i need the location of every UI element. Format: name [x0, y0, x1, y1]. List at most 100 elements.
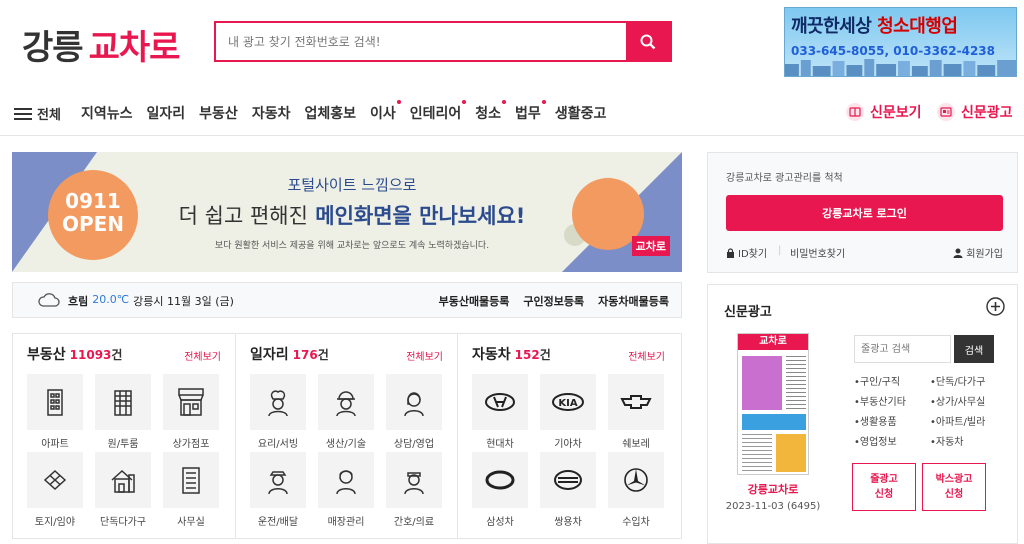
tile-chevrolet[interactable]: 쉐보레 — [608, 374, 664, 450]
logo-part1: 강릉 — [22, 28, 84, 68]
nav-item-interior[interactable]: 인테리어 — [410, 100, 467, 123]
newspaper-ad-link[interactable]: 신문광고 — [937, 102, 1013, 122]
search-box — [214, 21, 672, 62]
newspaper-view-link[interactable]: 신문보기 — [846, 102, 922, 122]
tile-consulting[interactable]: 상담/영업 — [386, 374, 442, 450]
register-realestate-link[interactable]: 부동산매물등록 — [439, 293, 510, 309]
newspaper-thumbnail[interactable]: 교차로 — [737, 333, 809, 475]
nav-all-menu[interactable]: 전체 — [14, 104, 61, 123]
tile-label: 토지/임야 — [34, 517, 76, 528]
chevrolet-logo-icon — [620, 395, 652, 409]
nav-item-label: 이사 — [369, 106, 396, 122]
register-job-link[interactable]: 구인정보등록 — [523, 293, 584, 309]
category-count: 152 — [514, 348, 540, 362]
thumb-text — [786, 356, 806, 410]
apartment-icon — [47, 389, 63, 416]
line-ad-search-input[interactable] — [854, 335, 951, 363]
search-input[interactable] — [216, 23, 628, 60]
tile-kia[interactable]: KIA 기아차 — [540, 374, 596, 450]
nav-item-jobs[interactable]: 일자리 — [147, 103, 186, 123]
nav-item-cars[interactable]: 자동차 — [252, 103, 291, 123]
find-password-link[interactable]: 비밀번호찾기 — [790, 245, 845, 260]
thumb-text — [742, 434, 772, 472]
tile-imported[interactable]: 수입차 — [608, 452, 664, 528]
category-title: 부동산 11093건 — [27, 344, 122, 364]
tile-samsung[interactable]: 삼성차 — [472, 452, 528, 528]
tile-production[interactable]: 생산/기술 — [318, 374, 374, 450]
tile-apartment[interactable]: 아파트 — [27, 374, 83, 450]
banner-line2: 더 쉽고 편해진 메인화면을 만나보세요! — [132, 200, 572, 230]
box-ad-apply-button[interactable]: 박스광고 신청 — [922, 463, 986, 511]
benz-logo-icon — [624, 468, 648, 492]
tile-label: 기아차 — [554, 439, 582, 450]
nurse-icon — [404, 472, 424, 495]
ad-link-jobs[interactable]: •구인/구직 — [854, 373, 900, 388]
line-ad-apply-button[interactable]: 줄광고 신청 — [852, 463, 916, 511]
market-icon — [178, 388, 204, 416]
nav-item-moving[interactable]: 이사 — [369, 100, 401, 123]
thumb-masthead: 교차로 — [738, 334, 808, 350]
tile-label: 운전/배달 — [257, 517, 299, 528]
tile-medical[interactable]: 간호/의료 — [386, 452, 442, 528]
consultant-icon — [404, 392, 424, 417]
book-icon — [846, 103, 864, 121]
tile-label: 쌍용차 — [554, 517, 582, 528]
view-all-link[interactable]: 전체보기 — [628, 348, 665, 363]
signup-link[interactable]: 회원가입 — [953, 245, 1003, 260]
find-id-link[interactable]: ID찾기 — [726, 245, 767, 260]
login-button[interactable]: 강릉교차로 로그인 — [726, 195, 1003, 231]
tile-oneroom[interactable]: 원/투룸 — [95, 374, 151, 450]
nav-item-business[interactable]: 업체홍보 — [304, 103, 356, 123]
clerk-icon — [336, 470, 356, 495]
ad-link-household[interactable]: •생활용품 — [854, 413, 897, 428]
ad-link-house[interactable]: •단독/다가구 — [930, 373, 985, 388]
main-banner[interactable]: 0911 OPEN 포털사이트 느낌으로 더 쉽고 편해진 메인화면을 만나보세… — [12, 152, 682, 272]
nav-item-used[interactable]: 생활중고 — [555, 103, 607, 123]
login-panel: 강릉교차로 광고관리를 척척 강릉교차로 로그인 ID찾기 | 비밀번호찾기 회… — [707, 152, 1018, 273]
kia-logo-icon: KIA — [552, 393, 584, 411]
tile-house[interactable]: 단독다가구 — [95, 452, 151, 528]
nav-item-realestate[interactable]: 부동산 — [199, 103, 238, 123]
view-all-link[interactable]: 전체보기 — [184, 348, 221, 363]
new-dot — [541, 100, 546, 104]
land-icon — [43, 469, 67, 491]
nav-item-cleaning[interactable]: 청소 — [475, 100, 507, 123]
cloud-icon — [38, 293, 60, 307]
person-icon — [953, 248, 963, 258]
weather-bar: 흐림 20.0℃ 강릉시 11월 3일 (금) 부동산매물등록 구인정보등록 자… — [12, 282, 682, 318]
view-all-link[interactable]: 전체보기 — [406, 348, 443, 363]
open-word: OPEN — [61, 212, 125, 236]
house-icon — [111, 469, 135, 493]
register-car-link[interactable]: 자동차매물등록 — [598, 293, 669, 309]
tile-driving[interactable]: 운전/배달 — [250, 452, 306, 528]
tile-label: 단독다가구 — [100, 517, 146, 528]
ad-link-realestate-other[interactable]: •부동산기타 — [854, 393, 906, 408]
tile-store[interactable]: 상가점포 — [163, 374, 219, 450]
tile-cooking[interactable]: 요리/서빙 — [250, 374, 306, 450]
search-button[interactable] — [626, 23, 670, 60]
tile-store-management[interactable]: 매장관리 — [318, 452, 374, 528]
thumb-block — [742, 414, 806, 430]
tile-office[interactable]: 사무실 — [163, 452, 219, 528]
tile-ssangyong[interactable]: 쌍용차 — [540, 452, 596, 528]
plus-circle-icon[interactable] — [986, 297, 1005, 316]
category-title: 자동차 152건 — [472, 344, 551, 364]
banner-line2-prefix: 더 쉽고 편해진 — [178, 204, 308, 228]
nav-item-legal[interactable]: 법무 — [515, 100, 546, 123]
line-ad-search-button[interactable]: 검색 — [954, 335, 994, 363]
site-logo[interactable]: 강릉 교차로 — [22, 20, 180, 69]
category-unit: 건 — [317, 348, 329, 362]
header-ad-banner[interactable]: 깨끗한세상 청소대행업 033-645-8055, 010-3362-4238 — [784, 7, 1017, 77]
nav-item-news[interactable]: 지역뉴스 — [81, 103, 133, 123]
ad-link-car[interactable]: •자동차 — [930, 433, 964, 448]
ad-link-apartment[interactable]: •아파트/빌라 — [930, 413, 985, 428]
ad-link-shop-office[interactable]: •상가/사무실 — [930, 393, 985, 408]
tile-hyundai[interactable]: 현대차 — [472, 374, 528, 450]
weather-temperature: 20.0℃ — [92, 293, 130, 306]
svg-text:KIA: KIA — [558, 398, 577, 409]
nav-item-label: 청소 — [475, 106, 502, 122]
ad-link-business[interactable]: •영업정보 — [854, 433, 897, 448]
tile-label: 매장관리 — [327, 517, 365, 528]
weather-location-date: 강릉시 11월 3일 (금) — [133, 295, 234, 308]
tile-land[interactable]: 토지/임야 — [27, 452, 83, 528]
